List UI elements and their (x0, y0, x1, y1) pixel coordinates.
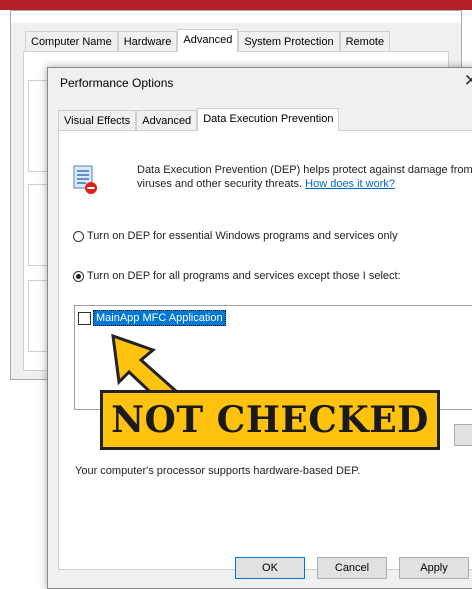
performance-options-tabs: Visual Effects Advanced Data Execution P… (58, 108, 340, 131)
dialog-title: Performance Options (60, 76, 174, 90)
cancel-button[interactable]: Cancel (317, 557, 387, 579)
dep-description: Data Execution Prevention (DEP) helps pr… (137, 163, 472, 191)
tab-advanced-perf[interactable]: Advanced (136, 110, 198, 130)
radio-essential-label: Turn on DEP for essential Windows progra… (87, 230, 398, 242)
radio-all-row[interactable]: Turn on DEP for all programs and service… (73, 270, 401, 282)
radio-essential-row[interactable]: Turn on DEP for essential Windows progra… (73, 230, 398, 242)
dep-shield-icon (73, 165, 97, 194)
how-does-it-work-link[interactable]: How does it work? (305, 178, 395, 190)
ok-button[interactable]: OK (235, 557, 305, 579)
program-name: MainApp MFC Application (93, 310, 226, 326)
performance-options-dialog: Performance Options ✕ Visual Effects Adv… (47, 67, 472, 589)
system-properties-tabs: Computer Name Hardware Advanced System P… (25, 29, 391, 52)
tab-data-execution-prevention[interactable]: Data Execution Prevention (197, 108, 340, 131)
radio-all-programs[interactable] (73, 270, 84, 282)
list-item[interactable]: MainApp MFC Application (78, 310, 226, 326)
program-checkbox[interactable] (78, 311, 91, 325)
radio-all-label: Turn on DEP for all programs and service… (87, 270, 401, 282)
tab-computer-name[interactable]: Computer Name (25, 31, 118, 51)
tab-system-protection[interactable]: System Protection (238, 31, 340, 51)
tab-hardware[interactable]: Hardware (117, 31, 178, 51)
processor-support-text: Your computer's processor supports hardw… (75, 465, 361, 477)
tab-advanced[interactable]: Advanced (177, 29, 239, 52)
remove-button[interactable] (454, 424, 472, 446)
tab-visual-effects[interactable]: Visual Effects (58, 110, 137, 130)
radio-essential[interactable] (73, 230, 84, 242)
callout-label-box: NOT CHECKED (100, 390, 440, 450)
callout-text: NOT CHECKED (111, 399, 429, 441)
system-properties-titlebar (11, 11, 461, 23)
tab-remote[interactable]: Remote (339, 31, 391, 51)
close-icon[interactable]: ✕ (464, 71, 472, 91)
apply-button[interactable]: Apply (399, 557, 469, 579)
title-accent-stripe (0, 0, 472, 10)
